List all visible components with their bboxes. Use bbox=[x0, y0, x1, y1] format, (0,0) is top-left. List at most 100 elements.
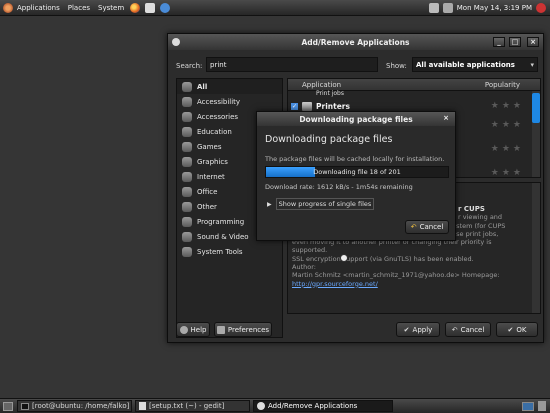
maximize-button[interactable]: □ bbox=[509, 37, 521, 47]
list-item-name: Print jobs bbox=[316, 90, 344, 97]
power-icon[interactable] bbox=[536, 2, 546, 13]
network-icon[interactable] bbox=[428, 2, 439, 13]
office-icon bbox=[182, 186, 192, 197]
dialog-titlebar[interactable]: Downloading package files × bbox=[257, 112, 455, 126]
category-label: System Tools bbox=[197, 247, 243, 256]
close-button[interactable]: × bbox=[527, 37, 539, 47]
help-button-label: Help bbox=[190, 325, 207, 334]
firefox-icon[interactable] bbox=[130, 2, 141, 13]
terminal-icon bbox=[21, 402, 29, 410]
category-accessibility[interactable]: Accessibility bbox=[177, 94, 282, 109]
clock[interactable]: Mon May 14, 3:19 PM bbox=[453, 0, 536, 16]
category-label: Accessibility bbox=[197, 97, 241, 106]
app-icon bbox=[172, 38, 180, 46]
cancel-button-label: Cancel bbox=[460, 325, 485, 334]
dialog-cancel-label: Cancel bbox=[419, 223, 444, 231]
taskbar-label: Add/Remove Applications bbox=[268, 402, 358, 410]
show-desktop-icon[interactable] bbox=[3, 401, 13, 411]
taskbar-item-terminal[interactable]: [root@ubuntu: /home/falko] bbox=[17, 400, 132, 412]
column-application[interactable]: Application bbox=[302, 81, 341, 89]
help-icon[interactable] bbox=[160, 2, 171, 13]
programming-icon bbox=[182, 216, 192, 227]
cancel-button[interactable]: ↶ Cancel bbox=[445, 322, 491, 337]
ok-button-label: OK bbox=[516, 325, 527, 334]
ok-button[interactable]: ✔ OK bbox=[496, 322, 538, 337]
description-line: supported. bbox=[292, 246, 328, 255]
category-all[interactable]: All bbox=[177, 79, 282, 94]
window-title: Add/Remove Applications bbox=[301, 37, 410, 47]
description-line: Author: bbox=[292, 263, 316, 272]
preferences-button-label: Preferences bbox=[227, 325, 270, 334]
category-label: Sound & Video bbox=[197, 232, 249, 241]
internet-icon bbox=[182, 171, 192, 182]
menu-applications[interactable]: Applications bbox=[13, 0, 64, 16]
graphics-icon bbox=[182, 156, 192, 167]
dialog-close-button[interactable]: × bbox=[440, 114, 452, 124]
sound-video-icon bbox=[182, 231, 192, 242]
expander-arrow-icon: ▶ bbox=[267, 200, 272, 208]
ubuntu-logo-icon[interactable] bbox=[3, 2, 13, 13]
volume-icon[interactable] bbox=[442, 2, 453, 13]
apply-button-label: Apply bbox=[412, 325, 433, 334]
description-line: SSL encryption support (via GnuTLS) has … bbox=[292, 254, 474, 263]
homepage-link[interactable]: http://gpr.sourceforge.net/ bbox=[292, 280, 536, 288]
dialog-title: Downloading package files bbox=[299, 114, 413, 124]
category-label: Accessories bbox=[197, 112, 239, 121]
undo-icon: ↶ bbox=[410, 223, 417, 231]
apply-button[interactable]: ✔ Apply bbox=[396, 322, 440, 337]
menu-system[interactable]: System bbox=[94, 0, 128, 16]
popularity-stars: ★★★ bbox=[490, 101, 524, 111]
category-label: Games bbox=[197, 142, 222, 151]
list-item[interactable]: Print jobs bbox=[288, 90, 540, 99]
check-icon: ✔ bbox=[507, 325, 514, 334]
chevron-down-icon: ▾ bbox=[530, 60, 534, 69]
popularity-stars: ★★★ bbox=[490, 144, 524, 154]
list-item-name: Printers bbox=[316, 101, 350, 111]
description-line: Martin Schmitz <martin_schmitz_1971@yaho… bbox=[292, 271, 500, 280]
mail-icon[interactable] bbox=[145, 2, 156, 13]
check-icon: ✔ bbox=[403, 325, 410, 334]
search-input[interactable] bbox=[206, 57, 378, 72]
help-button[interactable]: Help bbox=[176, 322, 210, 337]
bottom-panel: [root@ubuntu: /home/falko] [setup.txt (~… bbox=[0, 398, 550, 413]
minimize-button[interactable]: _ bbox=[493, 37, 505, 47]
search-label: Search: bbox=[176, 62, 203, 70]
taskbar-item-gedit[interactable]: [setup.txt (~) - gedit] bbox=[135, 400, 250, 412]
taskbar-label: [setup.txt (~) - gedit] bbox=[149, 402, 225, 410]
category-label: Internet bbox=[197, 172, 225, 181]
app-icon bbox=[257, 402, 265, 410]
list-scrollbar[interactable] bbox=[532, 91, 540, 177]
download-dialog: Downloading package files × Downloading … bbox=[256, 111, 456, 241]
text-editor-icon bbox=[139, 402, 146, 410]
all-icon bbox=[182, 81, 192, 92]
show-details-expander[interactable]: ▶ Show progress of single files bbox=[267, 198, 375, 210]
dialog-cancel-button[interactable]: ↶ Cancel bbox=[405, 220, 449, 234]
workspace-switcher[interactable] bbox=[522, 401, 534, 411]
category-label: Office bbox=[197, 187, 218, 196]
description-scrollbar[interactable] bbox=[532, 183, 540, 313]
category-system-tools[interactable]: System Tools bbox=[177, 244, 282, 259]
category-label: All bbox=[197, 82, 208, 91]
undo-icon: ↶ bbox=[451, 325, 458, 334]
column-popularity[interactable]: Popularity bbox=[485, 81, 520, 89]
preferences-icon bbox=[216, 325, 225, 334]
trash-icon[interactable] bbox=[538, 401, 546, 411]
taskbar-item-add-remove[interactable]: Add/Remove Applications bbox=[253, 400, 393, 412]
window-titlebar[interactable]: Add/Remove Applications _ □ × bbox=[168, 34, 543, 50]
download-rate: Download rate: 1612 kB/s - 1m54s remaini… bbox=[265, 183, 413, 191]
progress-text: Downloading file 18 of 201 bbox=[313, 168, 401, 176]
accessibility-icon bbox=[182, 96, 192, 107]
top-panel: Applications Places System Mon May 14, 3… bbox=[0, 0, 550, 16]
accessories-icon bbox=[182, 111, 192, 122]
category-label: Education bbox=[197, 127, 232, 136]
preferences-button[interactable]: Preferences bbox=[214, 322, 272, 337]
system-tools-icon bbox=[182, 246, 192, 257]
show-dropdown[interactable]: All available applications ▾ bbox=[412, 57, 538, 72]
show-details-label: Show progress of single files bbox=[275, 198, 375, 210]
menu-places[interactable]: Places bbox=[64, 0, 94, 16]
show-dropdown-value: All available applications bbox=[416, 60, 515, 69]
popularity-stars: ★★★ bbox=[490, 120, 524, 130]
checkbox-checked-icon[interactable]: ✓ bbox=[291, 102, 298, 110]
education-icon bbox=[182, 126, 192, 137]
scrollbar-thumb[interactable] bbox=[532, 93, 540, 123]
